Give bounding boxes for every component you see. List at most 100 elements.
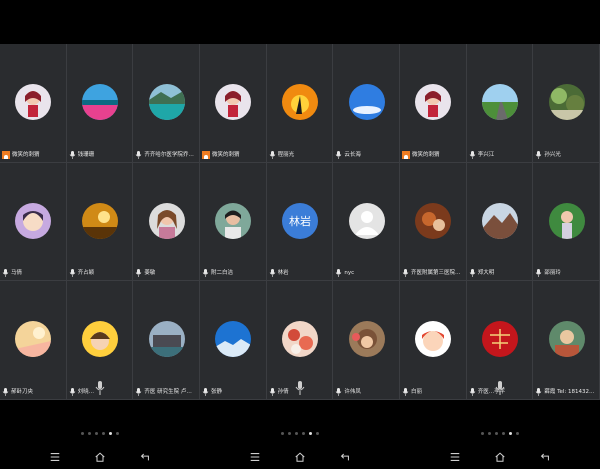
page-dot[interactable] xyxy=(109,432,112,435)
page-dot[interactable] xyxy=(509,432,512,435)
page-dot[interactable] xyxy=(481,432,484,435)
page-dot[interactable] xyxy=(516,432,519,435)
avatar xyxy=(348,84,385,120)
participant-name: 齐医附属第三医院… xyxy=(411,270,461,277)
participant-name: nyc xyxy=(344,270,355,277)
participant-tile[interactable]: 邵丽玲 xyxy=(533,162,600,282)
participant-tile[interactable]: 微笑的刺猬 xyxy=(0,44,67,163)
avatar xyxy=(15,321,52,358)
page-dot[interactable] xyxy=(81,432,84,435)
home-icon[interactable] xyxy=(293,450,307,464)
participant-label: 孙兴光 xyxy=(535,150,597,160)
participant-tile[interactable]: 云长海 xyxy=(333,44,400,163)
participant-tile[interactable]: 林岩 林岩 xyxy=(266,162,334,282)
participant-tile[interactable]: 微笑的刺猬 xyxy=(200,44,267,163)
participant-label: 张静 xyxy=(202,387,264,397)
page-dot[interactable] xyxy=(302,432,305,435)
avatar xyxy=(282,321,318,358)
participant-tile[interactable]: 齐齐哈尔医学院乔… xyxy=(133,44,200,163)
mic-icon xyxy=(69,150,76,159)
participant-label: 齐医 研究生院 卢长方 xyxy=(135,387,197,397)
avatar xyxy=(415,84,452,120)
page-dot[interactable] xyxy=(102,432,105,435)
page-indicator[interactable] xyxy=(481,432,519,435)
participant-tile[interactable]: 齐医附属第三医院… xyxy=(400,162,467,282)
page-dot[interactable] xyxy=(488,432,491,435)
participant-label: 李兴江 xyxy=(469,150,531,160)
participant-tile[interactable]: 李兴江 xyxy=(466,44,534,163)
participant-grid: 微笑的刺猬 钱珊珊 齐齐哈尔医学院乔… 微笑的刺猬 程丽光 云长海 微笑的刺猬 李兴江 孙兴光马… xyxy=(0,44,600,400)
participant-tile[interactable]: 程丽光 xyxy=(266,44,334,163)
mic-icon xyxy=(535,387,542,396)
page-dot[interactable] xyxy=(295,432,298,435)
participant-tile[interactable]: 许伟凤 xyxy=(333,281,400,400)
avatar xyxy=(348,321,385,358)
participant-label: 郝卧刀央 xyxy=(2,387,64,397)
mic-icon xyxy=(469,387,476,396)
page-dot[interactable] xyxy=(95,432,98,435)
mic-icon xyxy=(135,150,142,159)
mic-icon xyxy=(269,150,276,159)
participant-tile[interactable]: 马倩 xyxy=(0,162,67,282)
back-icon[interactable] xyxy=(538,450,552,464)
participant-label: 齐齐哈尔医学院乔… xyxy=(135,150,197,160)
menu-icon[interactable] xyxy=(48,450,62,464)
page-dot[interactable] xyxy=(288,432,291,435)
mic-icon xyxy=(2,269,9,278)
participant-tile[interactable]: 张静 xyxy=(200,281,267,400)
page-indicator[interactable] xyxy=(281,432,319,435)
page-dot[interactable] xyxy=(502,432,505,435)
participant-label: 钱珊珊 xyxy=(69,150,131,160)
participant-tile[interactable]: 微笑的刺猬 xyxy=(400,44,467,163)
home-icon[interactable] xyxy=(493,450,507,464)
participant-label: nyc xyxy=(335,268,397,278)
speaking-mic-icon xyxy=(295,380,305,395)
participant-tile[interactable]: 姜敏 xyxy=(133,162,200,282)
avatar xyxy=(482,84,519,120)
participant-name: 白丽 xyxy=(411,388,423,395)
page-dot[interactable] xyxy=(316,432,319,435)
page-dot[interactable] xyxy=(281,432,284,435)
avatar xyxy=(482,202,519,239)
participant-tile[interactable]: 郝卧刀央 xyxy=(0,281,67,400)
back-icon[interactable] xyxy=(338,450,352,464)
participant-tile[interactable]: 孙兴光 xyxy=(533,44,600,163)
menu-icon[interactable] xyxy=(448,450,462,464)
page-dot[interactable] xyxy=(495,432,498,435)
participant-tile[interactable]: 钱珊珊 xyxy=(66,44,134,163)
participant-tile[interactable]: 齐占颖 xyxy=(66,162,134,282)
home-icon[interactable] xyxy=(93,450,107,464)
avatar xyxy=(81,202,118,239)
participant-tile[interactable]: 薛霞 Tel: 18143202… xyxy=(533,281,600,400)
menu-icon[interactable] xyxy=(248,450,262,464)
participant-label: 齐占颖 xyxy=(69,268,131,278)
participant-tile[interactable]: 附二白洁 xyxy=(200,162,267,282)
avatar xyxy=(415,202,452,239)
participant-name: 齐占颖 xyxy=(77,270,95,277)
mic-icon xyxy=(69,387,76,396)
avatar xyxy=(415,321,452,358)
participant-name: 孙倩 xyxy=(277,388,289,395)
page-dot[interactable] xyxy=(88,432,91,435)
participant-tile[interactable]: 郑大明 xyxy=(466,162,534,282)
participant-name: 许伟凤 xyxy=(344,388,361,395)
avatar xyxy=(148,84,185,120)
host-icon xyxy=(402,150,411,159)
avatar xyxy=(81,321,118,358)
participant-name: 李兴江 xyxy=(477,151,495,158)
page-dot[interactable] xyxy=(116,432,119,435)
mic-icon xyxy=(2,387,9,396)
mic-icon xyxy=(535,269,542,278)
avatar xyxy=(215,202,252,239)
participant-name: 程丽光 xyxy=(277,151,295,158)
mic-icon xyxy=(135,387,142,396)
mic-icon xyxy=(269,387,276,396)
avatar xyxy=(215,321,252,358)
participant-tile[interactable]: 齐医 研究生院 卢长方 xyxy=(133,281,200,400)
avatar xyxy=(282,84,318,120)
participant-tile[interactable]: nyc xyxy=(333,162,400,282)
back-icon[interactable] xyxy=(138,450,152,464)
page-indicator[interactable] xyxy=(81,432,119,435)
page-dot[interactable] xyxy=(309,432,312,435)
participant-tile[interactable]: 白丽 xyxy=(400,281,467,400)
